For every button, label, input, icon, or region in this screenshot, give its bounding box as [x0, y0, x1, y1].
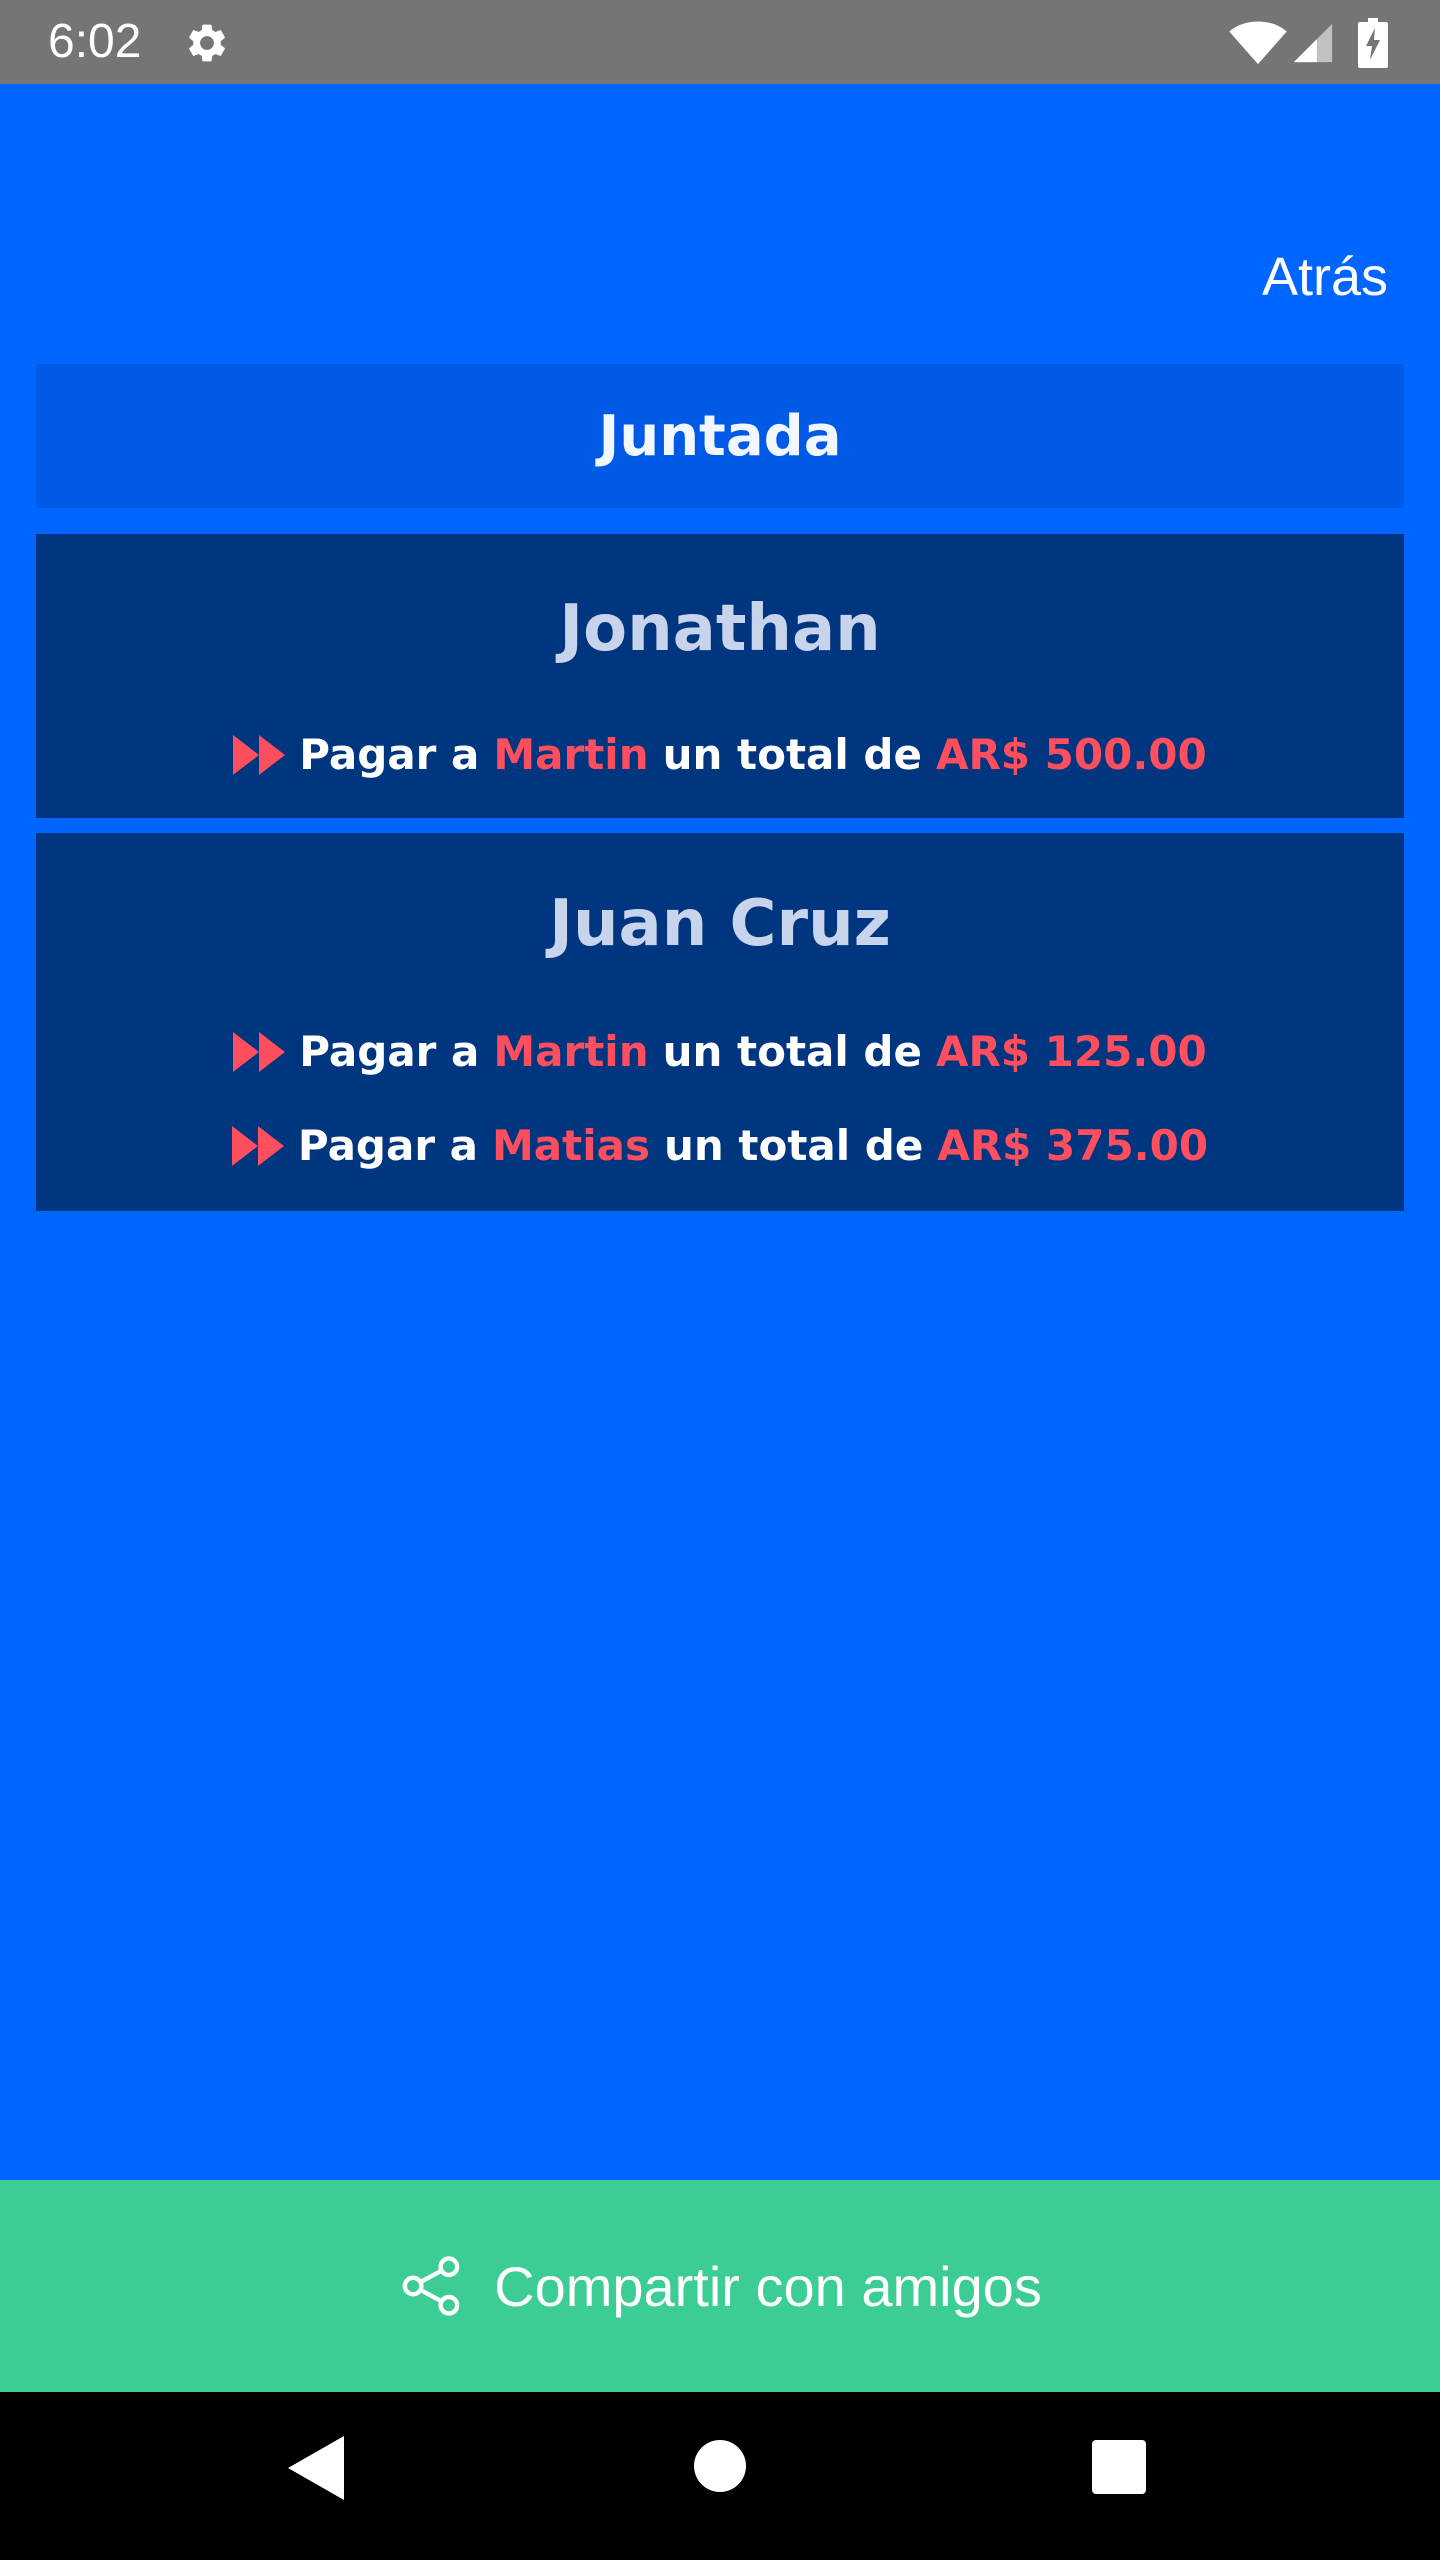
- person-name: Jonathan: [559, 592, 881, 666]
- payment-middle: un total de: [662, 730, 922, 779]
- payment-amount: AR$ 500.00: [935, 730, 1207, 779]
- payment-middle: un total de: [663, 1121, 924, 1170]
- payment-middle: un total de: [662, 1027, 922, 1076]
- payment-prefix: Pagar a: [299, 1027, 480, 1076]
- recents-square-icon[interactable]: [1092, 2440, 1146, 2494]
- payment-prefix: Pagar a: [297, 1121, 479, 1170]
- share-button[interactable]: Compartir con amigos: [0, 2180, 1440, 2392]
- back-button[interactable]: Atrás: [1262, 240, 1388, 314]
- payment-recipient: Martin: [493, 1027, 649, 1076]
- event-header: Juntada: [36, 364, 1404, 508]
- payment-amount: AR$ 125.00: [935, 1027, 1207, 1076]
- wifi-icon: [1229, 21, 1287, 65]
- payment-prefix: Pagar a: [299, 730, 480, 779]
- home-circle-icon[interactable]: [694, 2440, 746, 2492]
- gear-icon: [189, 24, 225, 62]
- share-icon: [402, 2256, 460, 2316]
- cell-signal-icon: [1293, 23, 1333, 63]
- payment-recipient: Matias: [492, 1121, 650, 1170]
- payment-line: Pagar a Martin un total de AR$ 125.00: [36, 1027, 1404, 1076]
- fast-forward-icon: [233, 734, 286, 775]
- back-triangle-icon[interactable]: [288, 2436, 344, 2500]
- payment-amount: AR$ 375.00: [937, 1121, 1209, 1170]
- battery-charging-icon: [1358, 18, 1388, 68]
- payment-line: Pagar a Martin un total de AR$ 500.00: [36, 730, 1404, 779]
- person-name: Juan Cruz: [549, 887, 891, 961]
- event-title: Juntada: [598, 403, 842, 469]
- share-label: Compartir con amigos: [494, 2254, 1042, 2318]
- payment-recipient: Martin: [493, 730, 649, 779]
- person-card-juan-cruz: Juan Cruz Pagar a Martin un total de AR$…: [36, 833, 1404, 1211]
- status-time: 6:02: [48, 15, 142, 68]
- system-nav-bar: [0, 2392, 1440, 2560]
- payment-line: Pagar a Matias un total de AR$ 375.00: [36, 1121, 1404, 1170]
- status-bar: 6:02: [0, 0, 1440, 84]
- person-card-jonathan: Jonathan Pagar a Martin un total de AR$ …: [36, 534, 1404, 818]
- fast-forward-icon: [231, 1125, 284, 1166]
- fast-forward-icon: [233, 1031, 286, 1072]
